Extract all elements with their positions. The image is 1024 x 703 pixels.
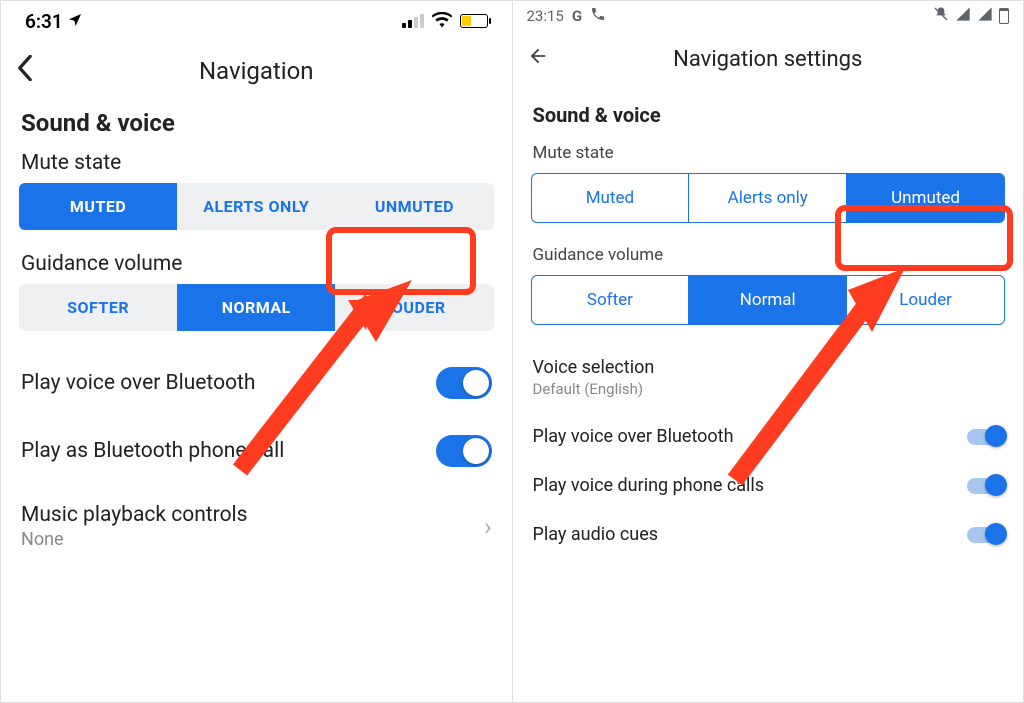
guidance-option-softer[interactable]: SOFTER xyxy=(19,284,177,331)
guidance-volume-segmented: SOFTER NORMAL LOUDER xyxy=(19,284,494,331)
ios-screen: 6:31 Navigation Sound & voice xyxy=(1,1,512,702)
location-icon xyxy=(67,10,83,33)
toggle-bluetooth[interactable] xyxy=(436,367,492,399)
page-title: Navigation settings xyxy=(513,47,1024,72)
mute-option-muted[interactable]: Muted xyxy=(532,174,690,222)
switch-bluetooth[interactable] xyxy=(967,429,1003,445)
phone-icon xyxy=(590,6,606,26)
guidance-volume-segmented: Softer Normal Louder xyxy=(531,275,1006,325)
battery-icon xyxy=(999,8,1009,24)
mute-icon xyxy=(933,6,949,26)
android-time: 23:15 xyxy=(527,7,564,25)
mute-option-alerts-only[interactable]: Alerts only xyxy=(689,174,847,222)
row-music-playback[interactable]: Music playback controls None › xyxy=(1,485,512,568)
mute-state-segmented: MUTED ALERTS ONLY UNMUTED xyxy=(19,183,494,230)
ios-navbar: Navigation xyxy=(1,41,512,101)
guidance-option-normal[interactable]: NORMAL xyxy=(177,284,335,331)
mute-option-alerts-only[interactable]: ALERTS ONLY xyxy=(177,183,335,230)
row-voice-selection[interactable]: Voice selection Default (English) xyxy=(513,343,1024,412)
row-label: Voice selection xyxy=(533,357,655,378)
mute-state-label: Mute state xyxy=(1,147,512,183)
ios-status-bar: 6:31 xyxy=(1,1,512,41)
guidance-volume-label: Guidance volume xyxy=(1,248,512,284)
row-play-as-phone-call[interactable]: Play as Bluetooth phone call xyxy=(1,417,512,485)
google-icon: G xyxy=(572,7,582,25)
row-label: Play audio cues xyxy=(533,524,659,545)
wifi-icon xyxy=(432,10,452,33)
row-play-audio-cues[interactable]: Play audio cues xyxy=(513,510,1024,559)
android-status-bar: 23:15 G xyxy=(513,1,1024,31)
row-sublabel: Default (English) xyxy=(533,380,655,398)
mute-option-unmuted[interactable]: UNMUTED xyxy=(335,183,493,230)
guidance-option-normal[interactable]: Normal xyxy=(689,276,847,324)
row-play-voice-bluetooth[interactable]: Play voice over Bluetooth xyxy=(1,349,512,417)
row-label: Play voice over Bluetooth xyxy=(533,426,734,447)
toggle-phone-call[interactable] xyxy=(436,435,492,467)
row-label: Play voice over Bluetooth xyxy=(21,371,256,395)
chevron-right-icon: › xyxy=(484,513,491,541)
ios-time: 6:31 xyxy=(25,10,63,33)
section-title: Sound & voice xyxy=(1,101,512,147)
page-title: Navigation xyxy=(1,57,512,85)
guidance-option-louder[interactable]: Louder xyxy=(847,276,1004,324)
row-play-voice-bluetooth[interactable]: Play voice over Bluetooth xyxy=(513,412,1024,461)
mute-option-muted[interactable]: MUTED xyxy=(19,183,177,230)
battery-icon xyxy=(460,14,488,28)
android-navbar: Navigation settings xyxy=(513,31,1024,87)
row-label: Music playback controls xyxy=(21,503,248,527)
guidance-option-softer[interactable]: Softer xyxy=(532,276,690,324)
row-label: Play voice during phone calls xyxy=(533,475,765,496)
switch-audio-cues[interactable] xyxy=(967,527,1003,543)
row-sublabel: None xyxy=(21,529,248,550)
signal-icon xyxy=(402,14,424,28)
row-label: Play as Bluetooth phone call xyxy=(21,439,284,463)
row-play-voice-during-calls[interactable]: Play voice during phone calls xyxy=(513,461,1024,510)
switch-calls[interactable] xyxy=(967,478,1003,494)
section-title: Sound & voice xyxy=(513,87,1024,139)
guidance-volume-label: Guidance volume xyxy=(513,241,1024,275)
signal-icon-2 xyxy=(977,6,993,26)
mute-state-segmented: Muted Alerts only Unmuted xyxy=(531,173,1006,223)
signal-icon xyxy=(955,6,971,26)
mute-option-unmuted[interactable]: Unmuted xyxy=(847,174,1004,222)
guidance-option-louder[interactable]: LOUDER xyxy=(335,284,493,331)
android-screen: 23:15 G xyxy=(513,1,1024,702)
mute-state-label: Mute state xyxy=(513,139,1024,173)
